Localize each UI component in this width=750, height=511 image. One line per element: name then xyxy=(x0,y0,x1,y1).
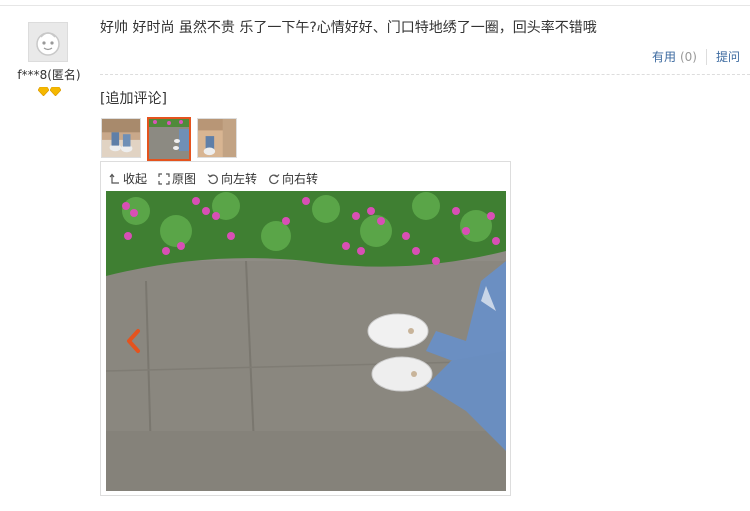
useful-button[interactable]: 有用 (0) xyxy=(652,48,697,65)
expand-icon xyxy=(158,172,170,185)
default-avatar-icon xyxy=(36,32,60,56)
action-separator xyxy=(705,48,707,65)
ask-button[interactable]: 提问 xyxy=(716,48,740,65)
review-photo[interactable] xyxy=(106,191,506,491)
diamond-icon xyxy=(38,87,49,96)
viewer-toolbar: 收起 原图 向左转 向右转 xyxy=(109,170,318,187)
top-divider xyxy=(0,5,750,6)
diamond-icon xyxy=(50,87,61,96)
original-image-button[interactable]: 原图 xyxy=(158,170,196,187)
dashed-divider xyxy=(100,74,750,75)
rotate-left-button[interactable]: 向左转 xyxy=(207,170,257,187)
useful-count: (0) xyxy=(679,50,697,64)
rank-badge xyxy=(38,87,61,96)
review-actions: 有用 (0) 提问 xyxy=(652,48,740,65)
review-text: 好帅 好时尚 虽然不贵 乐了一下午?心情好好、门口特地绣了一圈，回头率不错哦 xyxy=(100,20,597,36)
rotate-left-icon xyxy=(207,173,218,184)
original-label: 原图 xyxy=(172,172,197,186)
rotate-left-label: 向左转 xyxy=(221,172,258,186)
collapse-button[interactable]: 收起 xyxy=(109,170,147,187)
avatar[interactable] xyxy=(28,22,68,62)
useful-label: 有用 xyxy=(651,50,676,64)
thumbnail-strip xyxy=(101,117,237,161)
thumbnail-3[interactable] xyxy=(197,118,237,158)
chevron-left-icon xyxy=(127,329,140,353)
rotate-right-button[interactable]: 向右转 xyxy=(268,170,318,187)
thumbnail-2[interactable] xyxy=(147,117,191,161)
rotate-right-label: 向右转 xyxy=(282,172,319,186)
rotate-right-icon xyxy=(269,173,280,184)
previous-photo-button[interactable] xyxy=(123,327,143,355)
collapse-label: 收起 xyxy=(123,172,148,186)
appended-review-label: [追加评论] xyxy=(100,91,167,107)
username: f***8(匿名) xyxy=(17,68,81,82)
image-viewer: 收起 原图 向左转 向右转 xyxy=(100,161,511,496)
collapse-icon xyxy=(109,173,119,184)
thumbnail-1[interactable] xyxy=(101,118,141,158)
